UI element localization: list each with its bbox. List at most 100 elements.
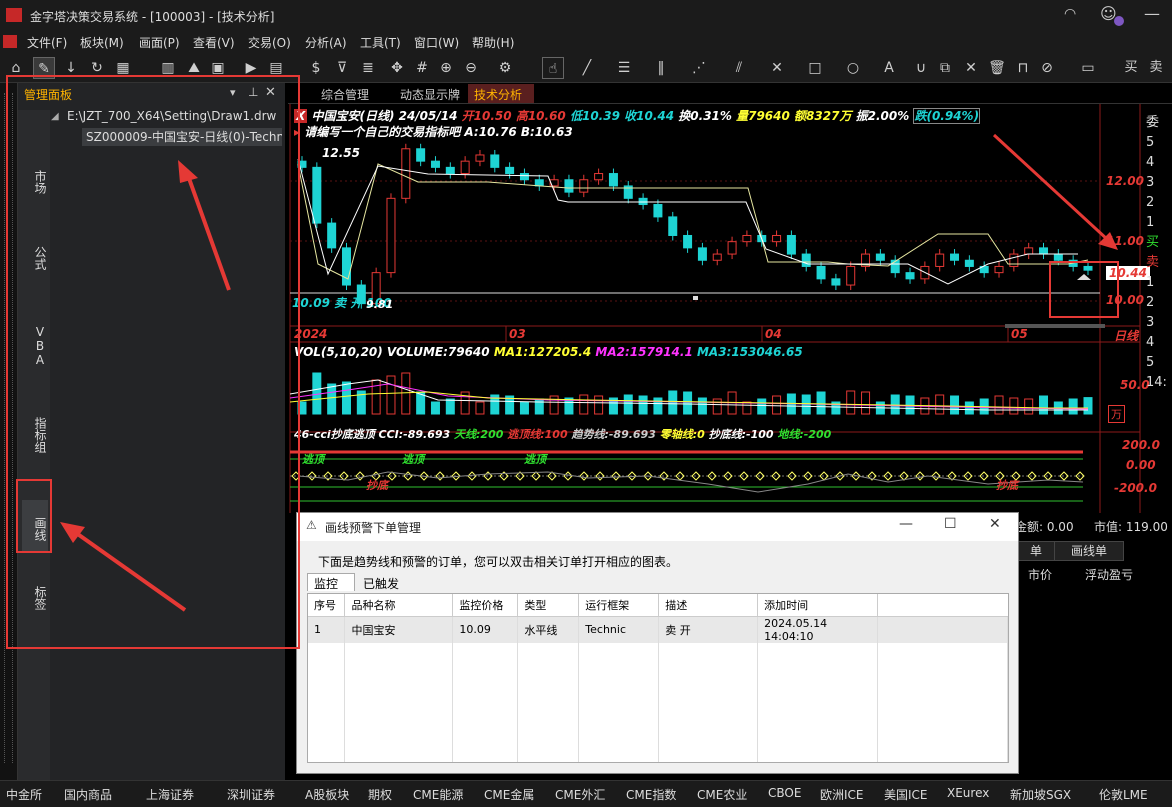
save-icon[interactable]: ▭ [1077,57,1099,79]
col-time[interactable]: 添加时间 [757,594,879,617]
tab-dynamic-board[interactable]: 动态显示牌 [400,86,460,103]
candle-body [727,241,737,255]
line-tool-icon[interactable]: ╱ [576,57,598,79]
trash-icon[interactable]: 🗑 [986,57,1008,79]
minimize-button[interactable]: — [1144,4,1160,23]
panel-pin-icon[interactable]: ⊥ [248,85,258,99]
grid-icon[interactable]: ▦ [112,57,134,79]
menu-screen[interactable]: 画面(P) [139,34,180,51]
vtab-market[interactable]: 市场 [22,162,48,202]
table-row[interactable]: 1 中国宝安 10.09 水平线 Technic 卖 开 2024.05.14 … [308,616,1008,643]
col-price[interactable]: 监控价格 [452,594,519,617]
tab-overview[interactable]: 综合管理 [321,86,369,103]
btab-sgx[interactable]: 新加坡SGX [1010,786,1071,803]
zoom-in-icon[interactable]: ⊕ [435,57,457,79]
filter-icon[interactable]: ⊽ [331,57,353,79]
image-icon[interactable]: ▣ [207,57,229,79]
magnet-icon[interactable]: ∪ [910,57,932,79]
hand-icon[interactable]: ☝ [542,57,564,79]
close-tool-icon[interactable]: ✕ [960,57,982,79]
rss-icon[interactable]: ◠ [1064,6,1076,22]
sell-button[interactable]: 卖 [1145,57,1167,79]
vtab-drawing[interactable]: 画线 [22,500,48,552]
left-tab-strip[interactable] [0,83,18,780]
ri-4: 2 [1146,195,1155,210]
dialog-minimize-button[interactable]: — [899,516,913,532]
copy-icon[interactable]: ⧉ [934,57,956,79]
buy-button[interactable]: 买 [1120,57,1142,79]
menu-trade[interactable]: 交易(O) [248,34,291,51]
menu-analysis[interactable]: 分析(A) [305,34,347,51]
doc-icon[interactable]: ▤ [265,57,287,79]
btab-ashare[interactable]: A股板块 [305,786,349,803]
dialog-tab-monitoring[interactable]: 监控中 [307,573,355,608]
refresh-icon[interactable]: ↻ [86,57,108,79]
menu-file[interactable]: 文件(F) [27,34,67,51]
btab-eurex[interactable]: XEurex [947,786,989,800]
btab-cme-energy[interactable]: CME能源 [413,786,463,803]
btab-shenzhen[interactable]: 深圳证券 [227,786,275,803]
btab-eu-ice[interactable]: 欧洲ICE [820,786,864,803]
btab-shanghai[interactable]: 上海证券 [146,786,194,803]
fan-icon[interactable]: ⋰ [688,57,710,79]
col-index[interactable]: 序号 [308,594,346,617]
volume-bar [697,397,707,415]
pen-icon[interactable]: ✎ [33,57,55,79]
vtab-indicator-group[interactable]: 指标组 [22,408,48,462]
menu-view[interactable]: 查看(V) [193,34,235,51]
btab-cme-index[interactable]: CME指数 [626,786,676,803]
account-btn-order[interactable]: 单 [1015,541,1057,561]
btab-lme[interactable]: 伦敦LME [1099,786,1148,803]
vtab-label[interactable]: 标签 [22,578,48,618]
chart-area[interactable]: 综合管理 动态显示牌 技术分析 X 中国宝安(日线) 24/05/14 开10.… [288,83,1172,513]
btab-cboe[interactable]: CBOE [768,786,801,800]
layers-icon[interactable]: ≣ [357,57,379,79]
menu-help[interactable]: 帮助(H) [472,34,514,51]
menu-tools[interactable]: 工具(T) [360,34,401,51]
arrow-down-icon[interactable]: ↓ [60,57,82,79]
col-frame[interactable]: 运行框架 [578,594,660,617]
hash-icon[interactable]: # [411,57,433,79]
tree-child[interactable]: SZ000009-中国宝安-日线(0)-Techni [82,128,282,146]
btab-domestic[interactable]: 国内商品 [64,786,112,803]
lock-icon[interactable]: ⊓ [1012,57,1034,79]
channel-icon[interactable]: ⫽ [728,57,750,79]
menu-window[interactable]: 窗口(W) [414,34,459,51]
btab-us-ice[interactable]: 美国ICE [884,786,928,803]
dialog-close-button[interactable]: ✕ [989,516,1001,532]
tree-expand-icon[interactable]: ◢ [51,111,59,122]
panel-close-icon[interactable]: ✕ [265,85,276,100]
btab-cme-fx[interactable]: CME外汇 [555,786,605,803]
btab-cme-agri[interactable]: CME农业 [697,786,747,803]
candle-icon[interactable]: ▥ [157,57,179,79]
cross-icon[interactable]: ✕ [766,57,788,79]
play-icon[interactable]: ▶ [240,57,262,79]
dialog-maximize-button[interactable]: ☐ [944,516,957,532]
vtab-formula[interactable]: 公式 [22,238,48,278]
move-icon[interactable]: ✥ [386,57,408,79]
account-btn-drawing-orders[interactable]: 画线单 [1054,541,1124,561]
gear-icon[interactable]: ⚙ [494,57,516,79]
tree-root[interactable]: E:\JZT_700_X64\Setting\Draw1.drw [67,109,276,123]
btab-options[interactable]: 期权 [368,786,392,803]
dollar-icon[interactable]: $ [305,57,327,79]
fib-icon[interactable]: ☰ [613,57,635,79]
eye-off-icon[interactable]: ⊘ [1036,57,1058,79]
vlines-icon[interactable]: ‖ [650,57,672,79]
tab-technical[interactable]: 技术分析 [468,84,534,103]
mountain-icon[interactable]: ⛰ [183,57,205,79]
btab-cme-metal[interactable]: CME金属 [484,786,534,803]
rect-icon[interactable]: □ [804,57,826,79]
vtab-vba[interactable]: VBA [22,318,48,374]
dialog-tab-triggered[interactable]: 已触发 [357,574,405,593]
col-desc[interactable]: 描述 [658,594,759,617]
zoom-out-icon[interactable]: ⊖ [460,57,482,79]
col-name[interactable]: 品种名称 [344,594,454,617]
btab-cffex[interactable]: 中金所 [6,786,42,803]
circle-icon[interactable]: ○ [842,57,864,79]
text-icon[interactable]: A [878,57,900,79]
panel-dropdown-icon[interactable]: ▾ [230,86,236,99]
col-type[interactable]: 类型 [517,594,580,617]
home-icon[interactable]: ⌂ [5,57,27,79]
menu-block[interactable]: 板块(M) [80,34,124,51]
